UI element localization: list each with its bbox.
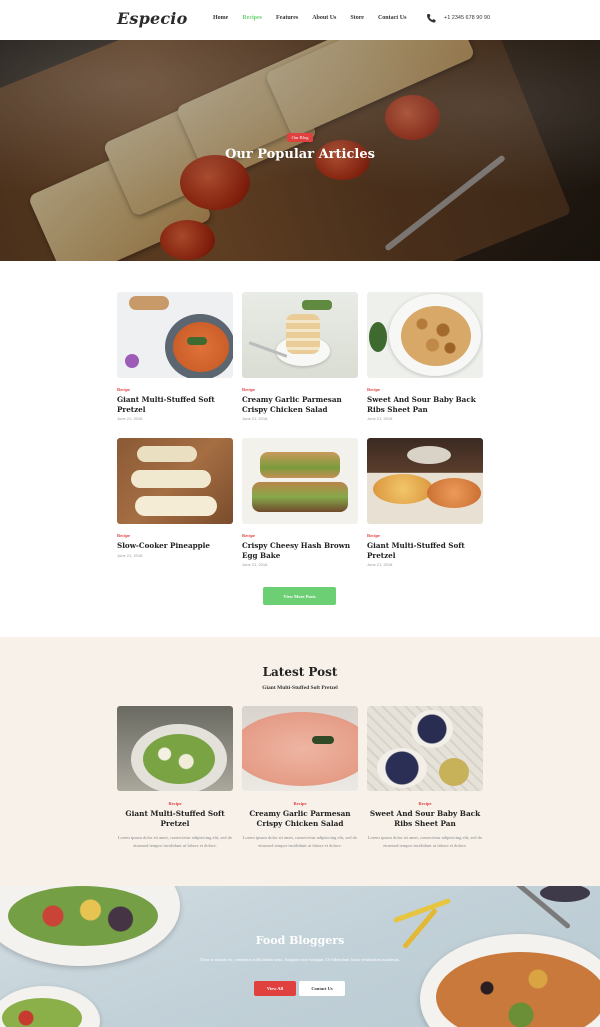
article-title[interactable]: Giant Multi-Stuffed Soft Pretzel <box>367 541 483 560</box>
latest-excerpt: Lorem ipsum dolor sit amet, consectetur … <box>117 835 233 848</box>
latest-post-title[interactable]: Sweet And Sour Baby Back Ribs Sheet Pan <box>367 809 483 828</box>
latest-card[interactable]: Recipe Giant Multi-Stuffed Soft Pretzel … <box>117 706 233 849</box>
article-date: June 21, 2018 <box>367 416 393 421</box>
article-image[interactable] <box>117 292 233 378</box>
article-date: June 21, 2018 <box>117 416 143 421</box>
latest-excerpt: Lorem ipsum dolor sit amet, consectetur … <box>242 835 358 848</box>
article-date: June 21, 2018 <box>242 416 268 421</box>
latest-category: Recipe <box>168 801 182 806</box>
contact-us-button[interactable]: Contact Us <box>299 981 345 996</box>
latest-image[interactable] <box>242 706 358 791</box>
article-title[interactable]: Slow-Cooker Pineapple <box>117 541 233 551</box>
bloggers-title: Food Bloggers <box>255 934 345 947</box>
latest-card[interactable]: Recipe Creamy Garlic Parmesan Crispy Chi… <box>242 706 358 849</box>
article-card[interactable]: Recipe Sweet And Sour Baby Back Ribs She… <box>367 292 483 421</box>
article-date: June 21, 2018 <box>242 562 268 567</box>
article-card[interactable]: Recipe Giant Multi-Stuffed Soft Pretzel … <box>367 438 483 567</box>
latest-title: Latest Post <box>262 665 338 679</box>
latest-post-title[interactable]: Giant Multi-Stuffed Soft Pretzel <box>117 809 233 828</box>
nav-store[interactable]: Store <box>350 15 364 21</box>
article-category: Recipe <box>367 533 380 538</box>
article-card[interactable]: Recipe Giant Multi-Stuffed Soft Pretzel … <box>117 292 233 421</box>
hero-badge: Our Blog <box>287 133 313 142</box>
hero-title: Our Popular Articles <box>225 147 375 162</box>
article-image[interactable] <box>117 438 233 524</box>
latest-image[interactable] <box>117 706 233 791</box>
site-logo[interactable]: Especio <box>117 9 187 28</box>
food-bloggers-section: Food Bloggers Nam ut mauris ex, venenati… <box>0 886 600 1027</box>
nav-home[interactable]: Home <box>213 15 228 21</box>
article-title[interactable]: Crispy Cheesy Hash Brown Egg Bake <box>242 541 358 560</box>
latest-post-section: Latest Post Giant Multi-Stuffed Soft Pre… <box>0 637 600 886</box>
article-date: June 21, 2018 <box>117 552 143 558</box>
article-category: Recipe <box>117 387 130 392</box>
article-image[interactable] <box>367 292 483 378</box>
site-header: Especio Home Recipes Features About Us S… <box>0 0 600 40</box>
article-card[interactable]: Recipe Crispy Cheesy Hash Brown Egg Bake… <box>242 438 358 567</box>
view-more-button[interactable]: View More Posts <box>263 587 336 605</box>
view-all-button[interactable]: View All <box>254 981 296 996</box>
nav-about-us[interactable]: About Us <box>312 15 336 21</box>
nav-contact-us[interactable]: Contact Us <box>378 15 407 21</box>
latest-card[interactable]: Recipe Sweet And Sour Baby Back Ribs She… <box>367 706 483 849</box>
phone-icon <box>427 14 436 23</box>
latest-category: Recipe <box>293 801 307 806</box>
nav-features[interactable]: Features <box>276 15 298 21</box>
latest-post-title[interactable]: Creamy Garlic Parmesan Crispy Chicken Sa… <box>242 809 358 828</box>
nav-recipes[interactable]: Recipes <box>242 15 262 21</box>
article-date: June 21, 2018 <box>367 562 393 567</box>
latest-subtitle: Giant Multi-Stuffed Soft Pretzel <box>262 685 338 691</box>
latest-image[interactable] <box>367 706 483 791</box>
bloggers-text: Nam ut mauris ex, venenatis sollicitudin… <box>200 957 400 962</box>
article-category: Recipe <box>242 533 255 538</box>
article-category: Recipe <box>367 387 380 392</box>
article-category: Recipe <box>242 387 255 392</box>
phone-number: +1 2345 678 90 90 <box>444 15 491 21</box>
article-title[interactable]: Giant Multi-Stuffed Soft Pretzel <box>117 395 233 414</box>
decor-bowl <box>540 886 590 902</box>
article-card[interactable]: Recipe Slow-Cooker Pineapple June 21, 20… <box>117 438 233 558</box>
article-image[interactable] <box>242 438 358 524</box>
latest-excerpt: Lorem ipsum dolor sit amet, consectetur … <box>367 835 483 848</box>
article-category: Recipe <box>117 533 130 538</box>
article-image[interactable] <box>367 438 483 524</box>
article-title[interactable]: Sweet And Sour Baby Back Ribs Sheet Pan <box>367 395 483 414</box>
main-nav: Home Recipes Features About Us Store Con… <box>213 15 406 21</box>
article-card[interactable]: Recipe Creamy Garlic Parmesan Crispy Chi… <box>242 292 358 421</box>
latest-category: Recipe <box>418 801 432 806</box>
article-title[interactable]: Creamy Garlic Parmesan Crispy Chicken Sa… <box>242 395 358 414</box>
decor-pepper <box>392 897 452 924</box>
header-phone[interactable]: +1 2345 678 90 90 <box>426 13 490 23</box>
article-image[interactable] <box>242 292 358 378</box>
